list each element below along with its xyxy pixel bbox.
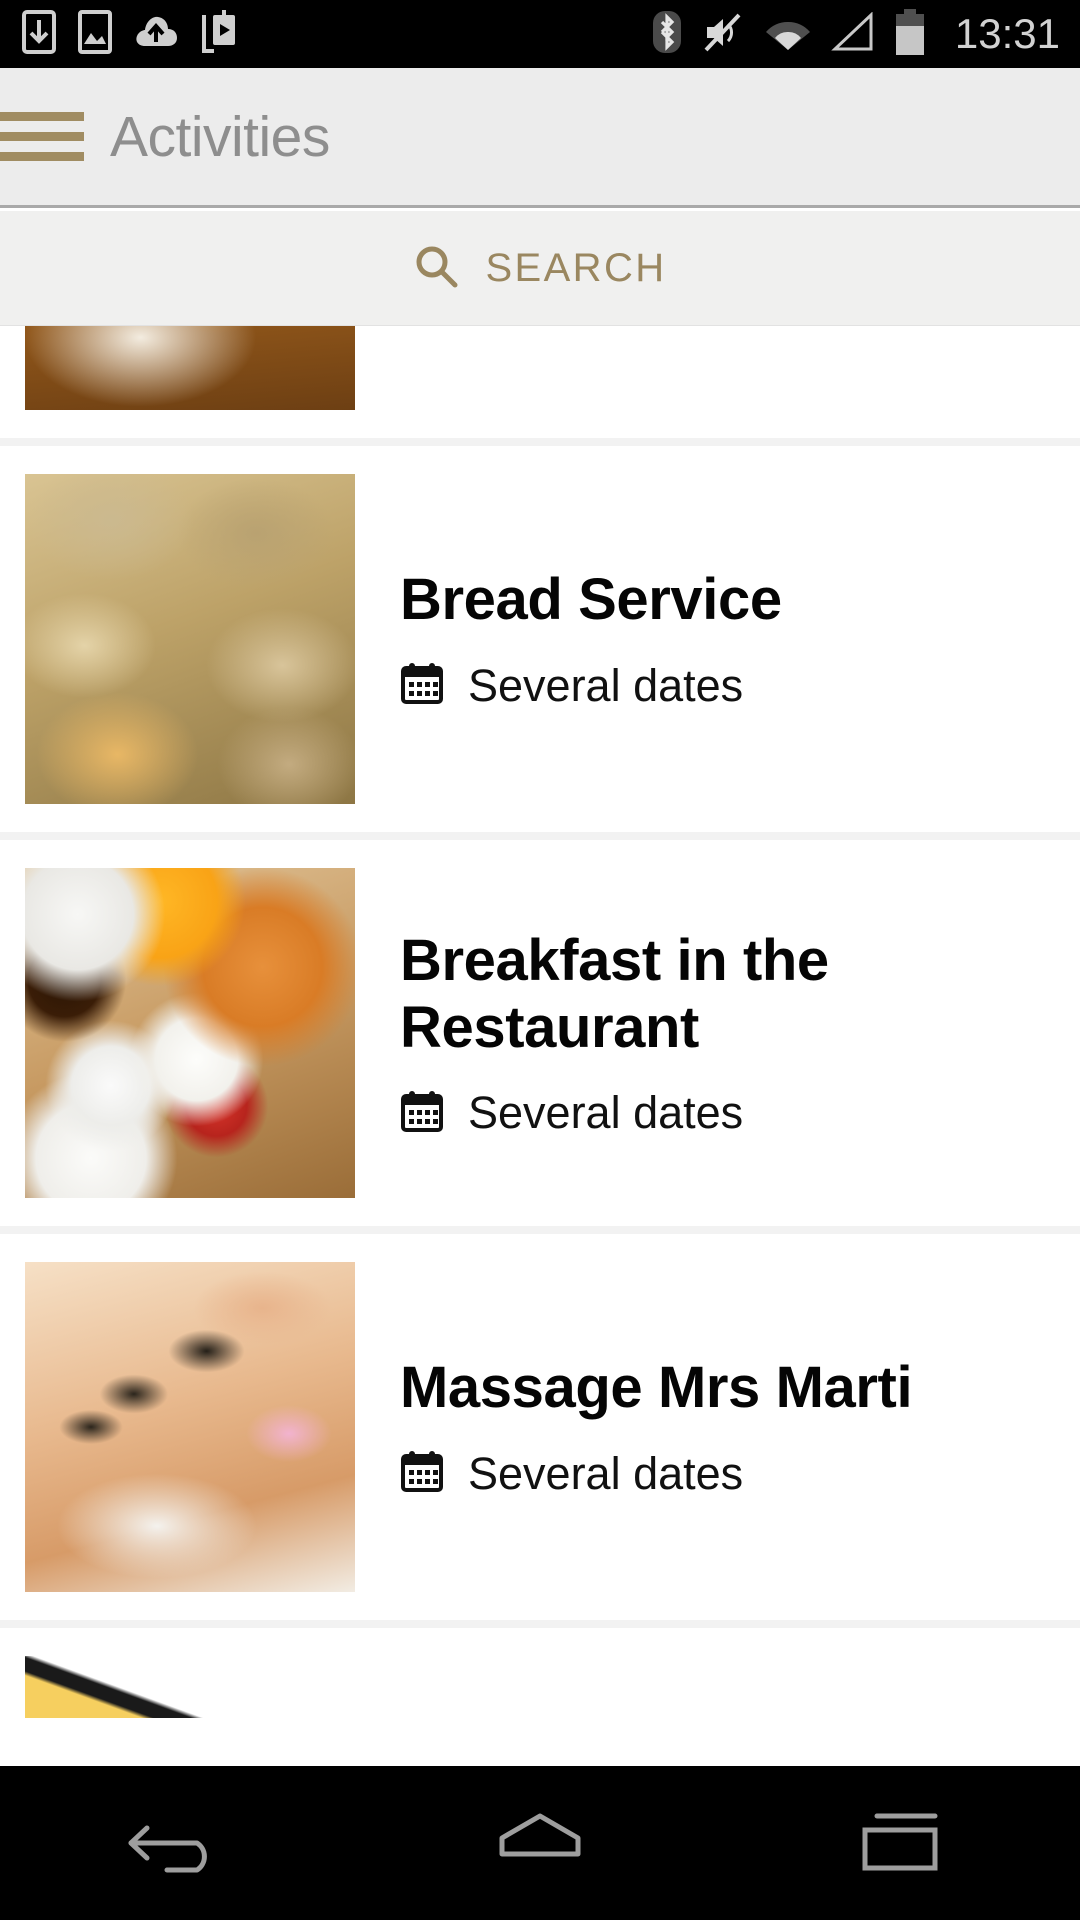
system-navigation-bar xyxy=(0,1766,1080,1920)
calendar-icon xyxy=(400,661,444,710)
activity-title: Bread Service xyxy=(400,567,782,633)
list-item-partial-top[interactable] xyxy=(0,326,1080,446)
breakfast-tray-photo xyxy=(25,868,355,1198)
hamburger-bar-2 xyxy=(0,132,84,141)
hot-stone-massage-photo xyxy=(25,1262,355,1592)
bread-rolls-photo xyxy=(25,474,355,804)
activity-thumbnail xyxy=(25,474,355,804)
yellow-ticket-star-photo xyxy=(25,1656,355,1718)
calendar-icon xyxy=(400,1089,444,1138)
activity-thumbnail xyxy=(25,326,355,410)
activity-date-row: Several dates xyxy=(400,1087,1050,1139)
status-bar-clock: 13:31 xyxy=(954,10,1060,57)
search-bar[interactable]: SEARCH xyxy=(0,211,1080,326)
activity-title: Massage Mrs Marti xyxy=(400,1355,913,1421)
status-bar-right-icons: 13:31 xyxy=(651,8,1080,61)
list-item[interactable]: Massage Mrs Marti Several dates xyxy=(0,1234,1080,1628)
activity-thumbnail xyxy=(25,1262,355,1592)
list-item-body: Breakfast in the Restaurant Several date… xyxy=(355,840,1080,1226)
list-item-body: Bread Service Several dates xyxy=(355,446,1080,832)
list-item[interactable]: Breakfast in the Restaurant Several date… xyxy=(0,840,1080,1234)
status-bar: 13:31 xyxy=(0,0,1080,68)
app-bar: Activities xyxy=(0,68,1080,208)
list-item-body: Massage Mrs Marti Several dates xyxy=(355,1234,1080,1620)
cellular-signal-icon xyxy=(831,11,875,57)
activity-date-text: Several dates xyxy=(468,1447,744,1499)
battery-icon xyxy=(893,8,927,61)
hamburger-menu-icon[interactable] xyxy=(0,101,84,172)
bluetooth-icon xyxy=(651,9,683,60)
search-icon xyxy=(413,243,459,294)
search-bar-content: SEARCH xyxy=(413,243,666,294)
download-icon xyxy=(22,9,56,59)
page-title: Activities xyxy=(110,104,330,169)
activity-title: Breakfast in the Restaurant xyxy=(400,927,829,1060)
hamburger-bar-1 xyxy=(0,112,84,121)
activities-list[interactable]: Bread Service Several dates Breakfast in… xyxy=(0,326,1080,1766)
search-label: SEARCH xyxy=(485,245,667,290)
calendar-icon xyxy=(400,1449,444,1498)
volume-muted-icon xyxy=(701,10,745,59)
activity-date-row: Several dates xyxy=(400,660,1050,712)
wifi-icon xyxy=(763,12,813,57)
activity-thumbnail xyxy=(25,1656,355,1718)
cloud-upload-icon xyxy=(134,12,178,57)
recents-button[interactable] xyxy=(810,1766,990,1920)
activity-date-text: Several dates xyxy=(468,659,744,711)
screenshot-image-icon xyxy=(78,9,112,59)
home-button[interactable] xyxy=(450,1766,630,1920)
breakfast-plate-photo xyxy=(25,326,355,410)
activity-date-text: Several dates xyxy=(468,1087,744,1139)
hamburger-bar-3 xyxy=(0,152,84,161)
back-button[interactable] xyxy=(90,1766,270,1920)
list-item[interactable]: Bread Service Several dates xyxy=(0,446,1080,840)
app-install-icon xyxy=(200,9,238,60)
activity-date-row: Several dates xyxy=(400,1448,1050,1500)
status-bar-left-icons xyxy=(0,9,651,60)
list-item-partial-bottom[interactable] xyxy=(0,1628,1080,1718)
activity-thumbnail xyxy=(25,868,355,1198)
